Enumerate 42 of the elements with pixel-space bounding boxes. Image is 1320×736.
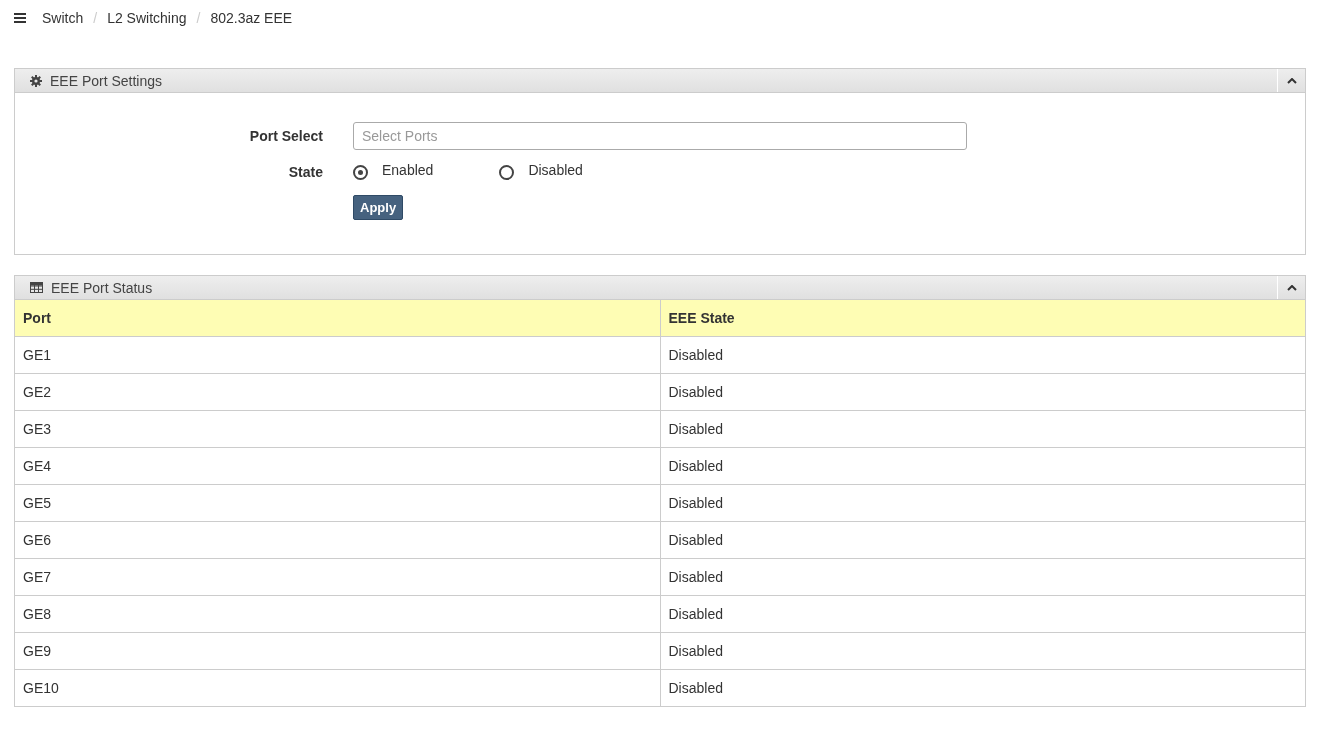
caret-up-icon	[1286, 77, 1297, 84]
table-cell: Disabled	[660, 521, 1305, 559]
table-cell: GE8	[15, 595, 660, 633]
column-header: Port	[15, 300, 660, 337]
breadcrumb-item: 802.3az EEE	[210, 10, 293, 26]
table-cell: GE6	[15, 521, 660, 559]
radio-label[interactable]: Enabled	[382, 162, 434, 178]
table-cell: GE1	[15, 336, 660, 374]
port-select-field[interactable]: Select Ports	[353, 122, 967, 150]
table-cell: Disabled	[660, 373, 1305, 411]
radio-button[interactable]	[353, 164, 368, 180]
caret-up-icon	[1286, 284, 1297, 291]
table-cell: Disabled	[660, 558, 1305, 596]
gear-icon	[30, 74, 42, 87]
menu-icon[interactable]	[14, 13, 26, 23]
table-cell: GE2	[15, 373, 660, 411]
table-icon	[30, 282, 43, 293]
table-cell: Disabled	[660, 410, 1305, 448]
radio-label[interactable]: Disabled	[528, 162, 583, 178]
apply-button[interactable]: Apply	[353, 195, 404, 220]
table-cell: Disabled	[660, 632, 1305, 670]
breadcrumb-separator: /	[196, 10, 201, 26]
table-cell: GE3	[15, 410, 660, 448]
table-cell: Disabled	[660, 336, 1305, 374]
breadcrumb-item[interactable]: L2 Switching	[107, 10, 187, 26]
panel-title: EEE Port Settings	[50, 72, 164, 89]
table-cell: GE9	[15, 632, 660, 670]
table-cell: Disabled	[660, 484, 1305, 522]
table-cell: GE5	[15, 484, 660, 522]
table-cell: Disabled	[660, 595, 1305, 633]
table-cell: Disabled	[660, 669, 1305, 706]
column-header: EEE State	[660, 300, 1305, 337]
table-cell: GE10	[15, 669, 660, 706]
panel-title: EEE Port Status	[51, 279, 154, 296]
table-cell: GE4	[15, 447, 660, 485]
table-cell: GE7	[15, 558, 660, 596]
table-cell: Disabled	[660, 447, 1305, 485]
breadcrumb-item[interactable]: Switch	[42, 10, 84, 26]
field-label: State	[287, 164, 324, 180]
breadcrumb-separator: /	[93, 10, 98, 26]
field-label: Port Select	[248, 128, 324, 144]
radio-button[interactable]	[499, 164, 515, 180]
